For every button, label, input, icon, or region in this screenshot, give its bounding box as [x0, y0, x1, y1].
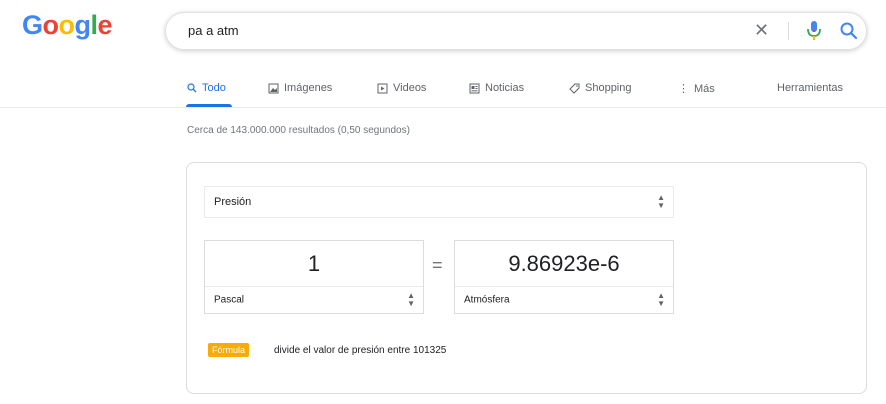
tab-label: Noticias: [485, 82, 525, 94]
tab-noticias[interactable]: Noticias: [469, 82, 524, 94]
from-value-input[interactable]: 1: [205, 251, 423, 277]
tab-label: Shopping: [585, 82, 632, 94]
tab-videos[interactable]: Videos: [377, 82, 426, 94]
search-icon[interactable]: [838, 20, 860, 42]
image-icon: [268, 83, 279, 93]
logo-letter: o: [58, 10, 76, 40]
to-value-input[interactable]: 9.86923e-6: [455, 251, 673, 277]
mic-icon[interactable]: [803, 19, 825, 43]
category-select[interactable]: Presión ▲ ▼: [204, 186, 674, 218]
formula-badge: Fórmula: [208, 343, 250, 357]
equals-sign: =: [432, 255, 443, 275]
from-unit-select[interactable]: Pascal ▲ ▼: [205, 286, 423, 313]
category-label: Presión: [214, 196, 252, 208]
news-icon: [469, 83, 480, 93]
logo-letter: G: [22, 10, 43, 40]
select-arrows-icon: ▲ ▼: [407, 291, 415, 308]
tab-imagenes[interactable]: Imágenes: [268, 82, 332, 94]
search-divider: [788, 22, 789, 40]
tab-label: Más: [694, 82, 715, 95]
close-icon[interactable]: ✕: [754, 20, 769, 41]
tab-shopping[interactable]: Shopping: [569, 82, 632, 94]
to-unit-select[interactable]: Atmósfera ▲ ▼: [455, 286, 673, 313]
tag-icon: [569, 83, 580, 94]
search-tabs: Todo Imágenes Videos Noticias Shopping ⋮…: [187, 82, 867, 102]
tab-mas[interactable]: ⋮ Más: [678, 82, 715, 96]
select-arrows-icon: ▲ ▼: [657, 291, 665, 308]
video-icon: [377, 83, 388, 93]
tab-herramientas[interactable]: Herramientas: [777, 82, 843, 94]
google-logo[interactable]: Google: [22, 10, 113, 41]
search-icon: [187, 83, 197, 93]
tab-label: Videos: [393, 82, 427, 94]
logo-letter: o: [42, 10, 60, 40]
from-unit-box: 1 Pascal ▲ ▼: [204, 240, 424, 314]
tabs-divider: [0, 107, 886, 108]
result-stats: Cerca de 143.000.000 resultados (0,50 se…: [187, 125, 410, 136]
from-unit-label: Pascal: [214, 294, 245, 306]
tab-label: Todo: [202, 82, 226, 94]
more-vert-icon: ⋮: [678, 83, 689, 95]
formula-text: divide el valor de presión entre 101325: [274, 345, 447, 356]
to-unit-label: Atmósfera: [464, 294, 510, 306]
search-box[interactable]: pa a atm ✕: [165, 12, 867, 50]
select-arrows-icon: ▲ ▼: [657, 193, 665, 210]
to-unit-box: 9.86923e-6 Atmósfera ▲ ▼: [454, 240, 674, 314]
tab-label: Imágenes: [284, 82, 333, 94]
search-input[interactable]: pa a atm: [188, 23, 239, 38]
logo-letter: e: [97, 10, 113, 40]
logo-letter: l: [90, 10, 99, 40]
logo-letter: g: [74, 10, 92, 40]
tab-label: Herramientas: [777, 82, 844, 94]
tab-todo[interactable]: Todo: [187, 82, 226, 94]
